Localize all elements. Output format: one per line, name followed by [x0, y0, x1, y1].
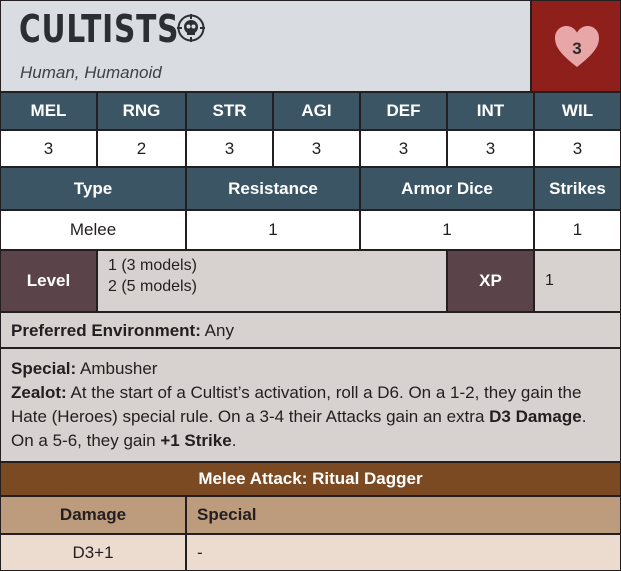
stat-header-agi: AGI	[273, 92, 360, 130]
zealot-label: Zealot:	[11, 383, 67, 402]
special-label: Special:	[11, 359, 77, 378]
special-rules: Special: Ambusher Zealot: At the start o…	[0, 348, 621, 462]
stat-header-int: INT	[447, 92, 534, 130]
combat-value-resistance: 1	[186, 210, 360, 250]
preferred-environment: Preferred Environment: Any	[0, 312, 621, 348]
level-line-2: 2 (5 models)	[108, 278, 197, 295]
xp-value: 1	[534, 250, 621, 312]
health-box: 3	[531, 0, 621, 92]
level-values: 1 (3 models) 2 (5 models)	[97, 250, 447, 312]
stat-header-rng: RNG	[97, 92, 186, 130]
special-value: Ambusher	[76, 359, 158, 378]
level-line-1: 1 (3 models)	[108, 257, 197, 274]
stat-value-wil: 3	[534, 130, 621, 167]
special-line: Special: Ambusher	[11, 357, 612, 381]
environment-value: Any	[200, 321, 234, 340]
combat-header-type: Type	[0, 167, 186, 210]
stat-value-agi: 3	[273, 130, 360, 167]
card-header: CULTISTS Human, Humanoid	[0, 0, 531, 92]
zealot-bold-2: +1 Strike	[160, 431, 232, 450]
monster-card: CULTISTS Human, Humanoid 3 MEL RNG STR A…	[0, 0, 621, 571]
zealot-bold-1: D3 Damage	[489, 407, 582, 426]
stat-header-def: DEF	[360, 92, 447, 130]
xp-label: XP	[447, 250, 534, 312]
zealot-text-3: .	[231, 431, 237, 450]
skull-icon	[177, 14, 205, 42]
zealot-rule: Zealot: At the start of a Cultist’s acti…	[11, 381, 612, 453]
stat-value-str: 3	[186, 130, 273, 167]
card-title: CULTISTS	[19, 7, 180, 51]
stat-header-wil: WIL	[534, 92, 621, 130]
health-value: 3	[572, 39, 582, 58]
combat-value-strikes: 1	[534, 210, 621, 250]
stat-value-def: 3	[360, 130, 447, 167]
attack-header-special: Special	[186, 496, 621, 534]
attack-header-damage: Damage	[0, 496, 186, 534]
combat-header-strikes: Strikes	[534, 167, 621, 210]
stat-value-int: 3	[447, 130, 534, 167]
combat-header-resistance: Resistance	[186, 167, 360, 210]
level-label: Level	[0, 250, 97, 312]
attack-value-special: -	[186, 534, 621, 571]
stat-value-mel: 3	[0, 130, 97, 167]
card-subtitle: Human, Humanoid	[20, 63, 162, 82]
stat-header-mel: MEL	[0, 92, 97, 130]
combat-value-armor-dice: 1	[360, 210, 534, 250]
combat-header-armor-dice: Armor Dice	[360, 167, 534, 210]
stat-header-str: STR	[186, 92, 273, 130]
attack-title: Melee Attack: Ritual Dagger	[0, 462, 621, 496]
environment-label: Preferred Environment:	[11, 321, 201, 340]
attack-value-damage: D3+1	[0, 534, 186, 571]
combat-value-type: Melee	[0, 210, 186, 250]
stat-value-rng: 2	[97, 130, 186, 167]
